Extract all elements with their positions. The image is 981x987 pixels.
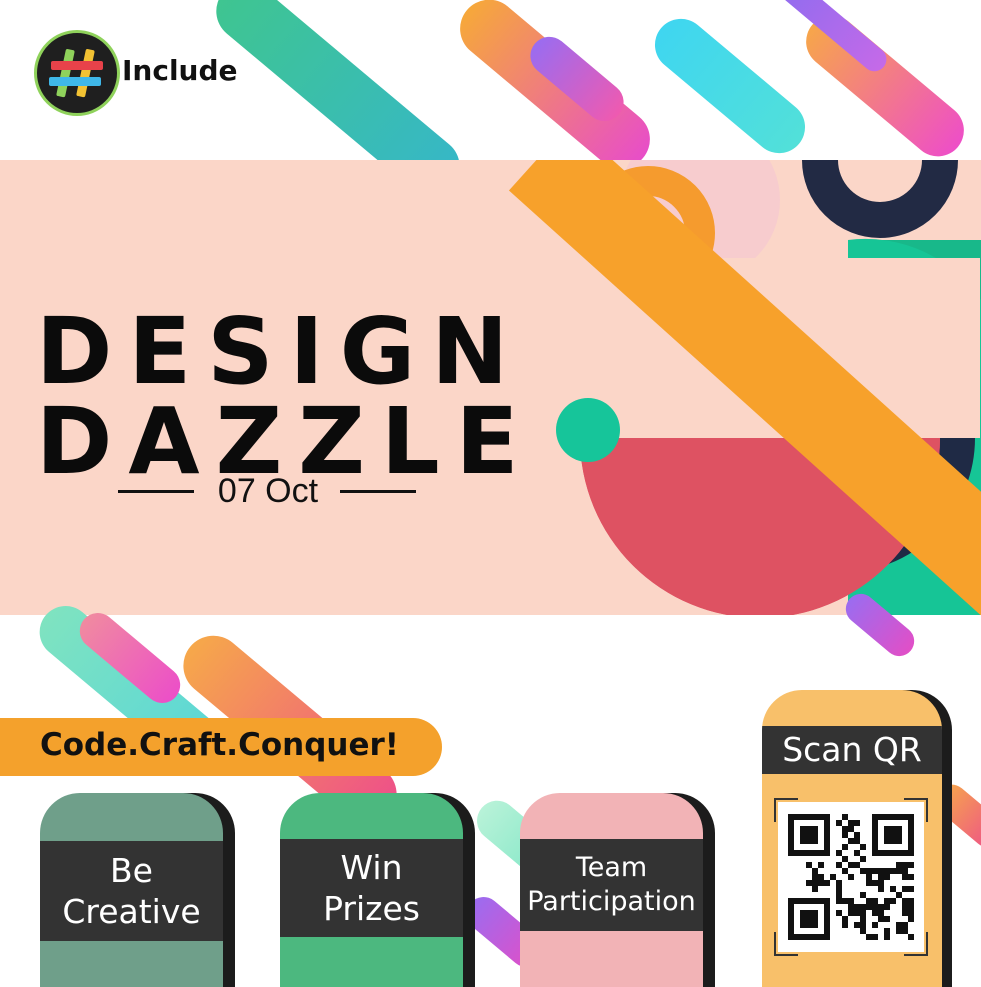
hash-logo-icon xyxy=(49,49,103,98)
tagline-pill: Code.Craft.Conquer! xyxy=(0,718,442,776)
event-date-row: 07 Oct xyxy=(118,470,418,514)
card-band: Team Participation xyxy=(520,839,703,931)
title-line-1: DESIGN xyxy=(36,298,525,405)
card-line1: Be xyxy=(110,850,153,890)
feature-card-win-prizes: Win Prizes xyxy=(280,793,463,987)
card-line2: Prizes xyxy=(323,889,420,928)
date-rule-left xyxy=(118,490,194,493)
card-line1: Win xyxy=(340,847,403,887)
qr-pattern-icon xyxy=(788,814,914,940)
qr-label: Scan QR xyxy=(762,726,942,774)
feature-card-team-participation: Team Participation xyxy=(520,793,703,987)
event-date: 07 Oct xyxy=(217,472,319,510)
qr-code[interactable] xyxy=(774,798,928,956)
title-banner: DESIGN DAZZLE 07 Oct xyxy=(0,160,981,615)
teal-dot xyxy=(556,398,620,462)
card-line2: Participation xyxy=(527,886,696,917)
navy-arc-top xyxy=(802,160,958,238)
card-line1: Team xyxy=(575,852,648,884)
event-poster: Include DESIGN DAZZLE 07 Oct Code.Craft.… xyxy=(0,0,981,987)
card-band: Win Prizes xyxy=(280,839,463,937)
card-line2: Creative xyxy=(62,892,201,931)
card-band: Be Creative xyxy=(40,841,223,941)
qr-card: Scan QR xyxy=(762,690,942,987)
stripe-magenta-orange xyxy=(448,0,662,181)
brand-logo xyxy=(34,30,120,116)
brand-name: Include xyxy=(122,54,238,87)
tagline-text: Code.Craft.Conquer! xyxy=(40,727,399,763)
feature-card-be-creative: Be Creative xyxy=(40,793,223,987)
stripe-cyan xyxy=(644,8,816,164)
date-rule-right xyxy=(340,490,416,493)
